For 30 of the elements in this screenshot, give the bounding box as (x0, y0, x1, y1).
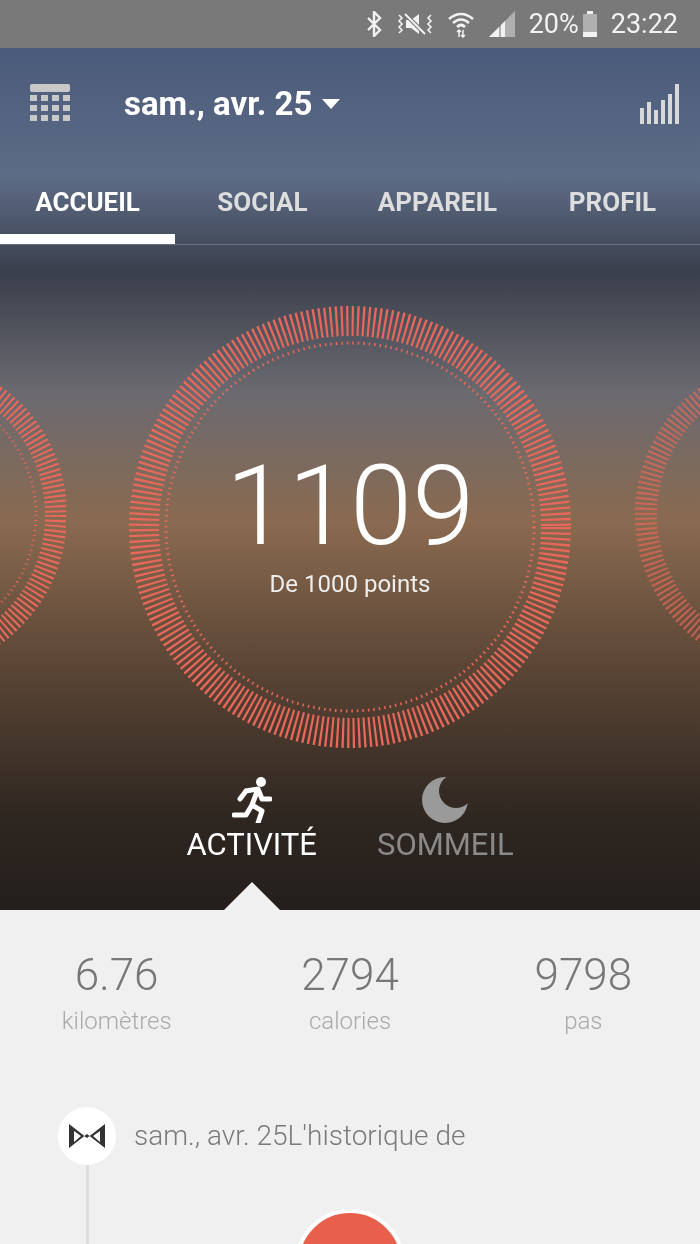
mute-icon (396, 11, 433, 37)
signal-icon (488, 11, 515, 37)
calendar-icon[interactable] (30, 84, 70, 124)
selection-pointer (223, 882, 280, 910)
tab[interactable]: ACCUEIL (0, 160, 175, 244)
clock: 23:22 (610, 6, 678, 42)
date-dropdown[interactable]: sam., avr. 25 (124, 79, 341, 129)
bar-chart-icon[interactable] (640, 84, 682, 124)
mode-tab[interactable]: ACTIVITÉ (186, 777, 317, 910)
tab[interactable]: PROFIL (525, 160, 700, 244)
bluetooth-icon (364, 11, 383, 37)
battery-icon (582, 11, 597, 37)
stat-label: kilomètres (61, 1006, 172, 1037)
battery-percentage: 20% (528, 6, 579, 42)
mode-tab[interactable]: SOMMEIL (377, 777, 514, 910)
stat-value: 9798 (534, 948, 633, 1003)
stat-label: calories (308, 1006, 392, 1037)
logo-icon (67, 1122, 107, 1150)
tab[interactable]: APPAREIL (350, 160, 525, 244)
running-person-icon (231, 777, 272, 823)
stat-label: pas (564, 1006, 603, 1037)
score-value: 1109 (225, 450, 475, 562)
stat-value: 6.76 (74, 948, 159, 1003)
stat-value: 2794 (301, 948, 399, 1003)
caret-icon (322, 99, 341, 109)
score-caption: De 1000 points (269, 569, 431, 600)
timeline-entry: sam., avr. 25L'historique de (134, 1118, 466, 1154)
moon-icon (422, 777, 469, 823)
tab[interactable]: SOCIAL (175, 160, 350, 244)
wifi-icon (446, 10, 475, 38)
